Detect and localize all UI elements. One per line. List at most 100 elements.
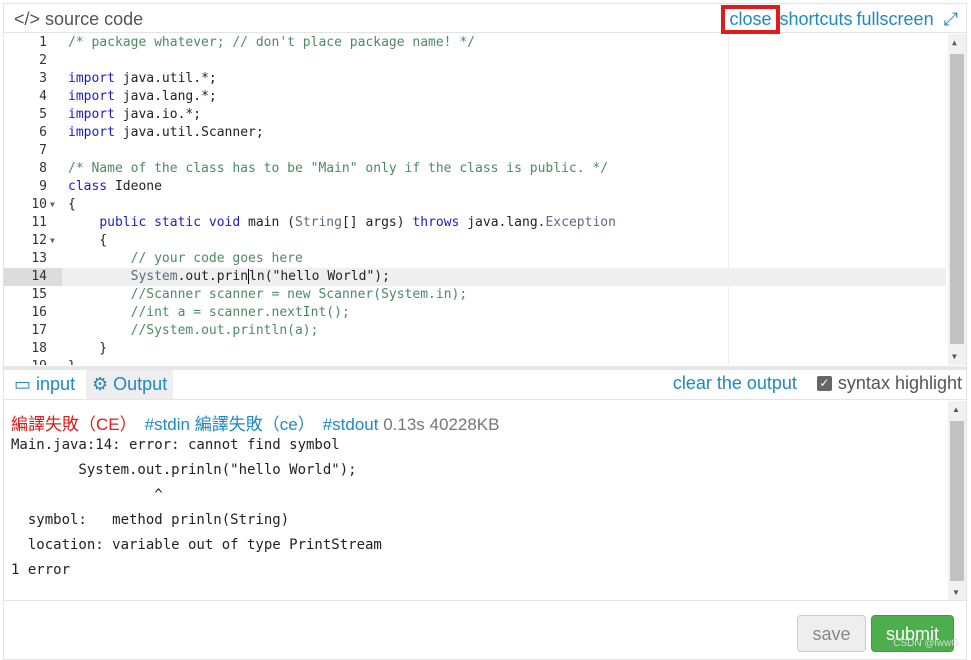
code-token: import: [68, 125, 123, 140]
code-line[interactable]: 3 import java.util.*;: [4, 70, 946, 88]
code-token: Exception: [545, 215, 616, 230]
code-line[interactable]: 19}: [4, 358, 946, 365]
result-status: 編譯失敗（CE） #stdin 編譯失敗（ce） #stdout 0.13s 402…: [11, 415, 500, 434]
line-number: 2: [39, 53, 47, 68]
line-number: 3: [39, 71, 47, 86]
code-line[interactable]: 15 //Scanner scanner = new Scanner(Syste…: [4, 286, 946, 304]
code-line[interactable]: 10 ▼ {: [4, 196, 946, 214]
code-line[interactable]: 18 }: [4, 340, 946, 358]
code-token: ln("hello World");: [249, 269, 390, 284]
code-icon: </>: [14, 9, 41, 29]
code-text: import java.util.Scanner;: [68, 124, 264, 142]
line-number: 15: [31, 287, 47, 302]
line-number: 5: [39, 107, 47, 122]
output-toolbar: ▭ input ⚙ Output clear the output ✓ synt…: [4, 366, 966, 400]
editor-scrollbar[interactable]: ▲ ▼: [948, 34, 966, 365]
code-token: java.util.*;: [122, 71, 217, 86]
code-line[interactable]: 8 /* Name of the class has to be "Main" o…: [4, 160, 946, 178]
expand-icon[interactable]: ⤢: [944, 9, 958, 30]
code-token: System: [130, 269, 178, 284]
code-text: import java.util.*;: [68, 70, 217, 88]
line-number: 11: [31, 215, 47, 230]
code-text: //Scanner scanner = new Scanner(System.i…: [68, 286, 468, 304]
scroll-down-icon[interactable]: ▼: [952, 588, 960, 597]
output-scrollbar[interactable]: ▲ ▼: [948, 401, 966, 600]
code-token: java.io.*;: [122, 107, 202, 122]
code-line[interactable]: 2: [4, 52, 946, 70]
code-token: //System.out.println(a);: [130, 323, 319, 338]
code-line[interactable]: 17 //System.out.println(a);: [4, 322, 946, 340]
syntax-highlight-checkbox[interactable]: ✓: [816, 376, 832, 391]
line-number: 16: [31, 305, 47, 320]
code-line[interactable]: 12 ▼ {: [4, 232, 946, 250]
scrollbar-thumb[interactable]: [950, 54, 964, 344]
line-number: 4: [39, 89, 47, 104]
code-line[interactable]: 11 public static void main (String[] arg…: [4, 214, 946, 232]
line-number: 6: [39, 125, 47, 140]
code-line[interactable]: 6 import java.util.Scanner;: [4, 124, 946, 142]
code-text: /* Name of the class has to be "Main" on…: [68, 160, 608, 178]
code-line[interactable]: 5 import java.io.*;: [4, 106, 946, 124]
compiler-output: Main.java:14: error: cannot find symbol …: [11, 437, 382, 578]
save-button[interactable]: save: [797, 615, 866, 652]
source-title: </> source code: [14, 9, 144, 29]
line-number: 8: [39, 161, 47, 176]
code-token: String: [295, 215, 342, 230]
clear-output-link[interactable]: clear the output: [673, 373, 797, 394]
inbox-icon: ▭: [14, 374, 32, 394]
line-number: 14: [4, 268, 62, 286]
code-token: Ideone: [107, 179, 162, 194]
scrollbar-thumb[interactable]: [950, 421, 964, 581]
code-line[interactable]: 13 // your code goes here: [4, 250, 946, 268]
code-line[interactable]: 14 System.out.prinln("hello World");: [4, 268, 946, 286]
line-number: 7: [39, 143, 47, 158]
code-text: import java.lang.*;: [68, 88, 217, 106]
line-number: 10: [31, 197, 47, 212]
code-token: // your code goes here: [130, 251, 303, 266]
code-token: }: [68, 359, 76, 365]
scroll-up-icon[interactable]: ▲: [952, 405, 960, 414]
shortcuts-link[interactable]: shortcuts: [780, 9, 853, 30]
code-token: /* Name of the class has to be "Main" on…: [68, 161, 609, 176]
syntax-highlight-label: syntax highlight: [837, 373, 962, 393]
code-line[interactable]: 1 /* package whatever; // don't place pac…: [4, 34, 946, 52]
code-text: //System.out.println(a);: [68, 322, 319, 340]
fold-arrow-icon[interactable]: ▼: [50, 196, 55, 214]
fold-arrow-icon[interactable]: ▼: [50, 232, 55, 250]
tab-output[interactable]: ⚙ Output: [86, 370, 174, 399]
code-editor[interactable]: 1 /* package whatever; // don't place pac…: [4, 34, 966, 365]
fullscreen-link[interactable]: fullscreen: [857, 9, 934, 30]
code-token: throws: [412, 215, 460, 230]
scroll-down-icon[interactable]: ▼: [952, 352, 957, 361]
code-text: class Ideone: [68, 178, 162, 196]
code-token: .out.prin: [177, 269, 249, 284]
code-text: //int a = scanner.nextInt();: [68, 304, 350, 322]
code-text: /* package whatever; // don't place pack…: [68, 34, 475, 52]
scroll-up-icon[interactable]: ▲: [952, 38, 957, 47]
code-token: [] args): [341, 215, 413, 230]
stdin-link[interactable]: #stdin: [145, 415, 190, 434]
code-token: java.util.Scanner;: [122, 125, 264, 140]
code-text: System.out.prinln("hello World");: [68, 268, 390, 286]
code-token: /* package whatever; // don't place pack…: [68, 35, 475, 50]
tab-input[interactable]: ▭ input: [8, 370, 81, 399]
line-number: 17: [31, 323, 47, 338]
code-token: //Scanner scanner = new Scanner(System.i…: [130, 287, 468, 302]
code-line[interactable]: 4 import java.lang.*;: [4, 88, 946, 106]
stdout-link[interactable]: #stdout: [323, 415, 379, 434]
line-number: 1: [39, 35, 47, 50]
line-number: 9: [39, 179, 47, 194]
line-number: 13: [31, 251, 47, 266]
line-number: 12: [31, 233, 47, 248]
code-token: }: [68, 341, 108, 356]
code-line[interactable]: 9 class Ideone: [4, 178, 946, 196]
line-number: 18: [31, 341, 47, 356]
code-line[interactable]: 16 //int a = scanner.nextInt();: [4, 304, 946, 322]
code-token: {: [68, 197, 76, 212]
close-link[interactable]: close: [721, 5, 780, 34]
code-line[interactable]: 7: [4, 142, 946, 160]
